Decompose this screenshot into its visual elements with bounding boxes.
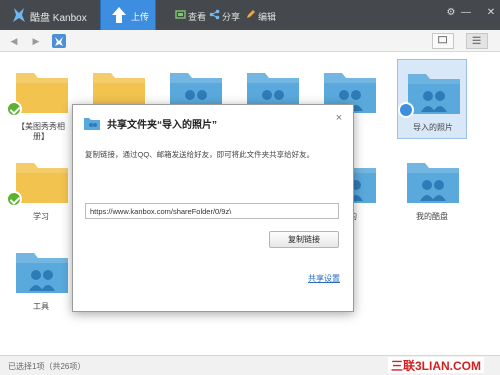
shared-folder-icon [407, 163, 459, 203]
watermark-logo: 三联3LIAN.COM [388, 357, 485, 373]
app-title: 酷盘 Kanbox [30, 13, 87, 24]
folder-icon [84, 118, 100, 130]
folder-item[interactable]: 我的酷盘 [397, 149, 467, 229]
upload-button[interactable]: 上传 [100, 0, 156, 30]
selection-status: 已选择1项（共26项） [8, 362, 86, 371]
dialog-title: 共享文件夹“导入的照片” [107, 120, 217, 131]
home-figure-icon [55, 37, 63, 46]
view-label: 查看 [188, 12, 207, 22]
folder-name: 工具 [33, 302, 49, 311]
edit-label: 编辑 [258, 12, 277, 22]
close-window-button[interactable]: ✕ [485, 7, 497, 19]
folder-item[interactable]: 导入的照片 [397, 59, 467, 139]
syncing-icon [398, 102, 414, 118]
shared-folder-icon [16, 253, 68, 293]
upload-label: 上传 [131, 12, 150, 22]
kanbox-logo-icon [13, 8, 25, 22]
folder-item[interactable]: 【美图秀秀相 册】 [6, 59, 76, 141]
share-settings-link[interactable]: 共享设置 [308, 273, 340, 284]
share-icon [209, 9, 220, 20]
title-bar: 酷盘 Kanbox 上传 查看 分享 编辑 ⚙ — ✕ [0, 0, 500, 30]
home-folder-icon[interactable] [52, 34, 66, 48]
share-folder-dialog: 共享文件夹“导入的照片” × 复制链接，通过QQ、邮箱发送给好友，即可将此文件夹… [72, 104, 354, 312]
minimize-button[interactable]: — [460, 7, 472, 19]
copy-link-button[interactable]: 复制链接 [269, 231, 339, 248]
grid-view-icon [438, 36, 448, 44]
shared-folder-icon [408, 74, 460, 114]
dialog-close-icon[interactable]: × [333, 112, 345, 124]
dialog-description: 复制链接，通过QQ、邮箱发送给好友，即可将此文件夹共享给好友。 [85, 150, 315, 159]
share-label: 分享 [222, 12, 241, 22]
yellow-folder-icon [16, 73, 68, 113]
folder-name: 我的酷盘 [416, 212, 448, 221]
folder-name-line2: 册】 [33, 132, 49, 141]
folder-name: 学习 [33, 212, 49, 221]
folder-item[interactable]: 工具 [6, 239, 76, 319]
back-arrow-icon[interactable]: ◀ [8, 35, 20, 47]
list-view-button[interactable] [466, 33, 488, 49]
navigation-bar: ◀ ▶ [0, 30, 500, 52]
watermark-text: 三联3LIAN.COM [391, 359, 482, 373]
list-view-icon [472, 36, 481, 45]
settings-gear-icon[interactable]: ⚙ [445, 7, 457, 19]
synced-check-icon [6, 101, 22, 117]
edit-pencil-icon [247, 10, 255, 18]
upload-arrow-icon [112, 7, 126, 23]
forward-arrow-icon[interactable]: ▶ [30, 35, 42, 47]
yellow-folder-icon [16, 163, 68, 203]
share-link-field[interactable]: https://www.kanbox.com/shareFolder/0/9z\ [85, 203, 339, 219]
large-icon-view-button[interactable] [432, 33, 454, 49]
synced-check-icon [6, 191, 22, 207]
view-icon [175, 10, 186, 19]
folder-item[interactable]: 学习 [6, 149, 76, 229]
folder-name: 导入的照片 [413, 123, 453, 132]
